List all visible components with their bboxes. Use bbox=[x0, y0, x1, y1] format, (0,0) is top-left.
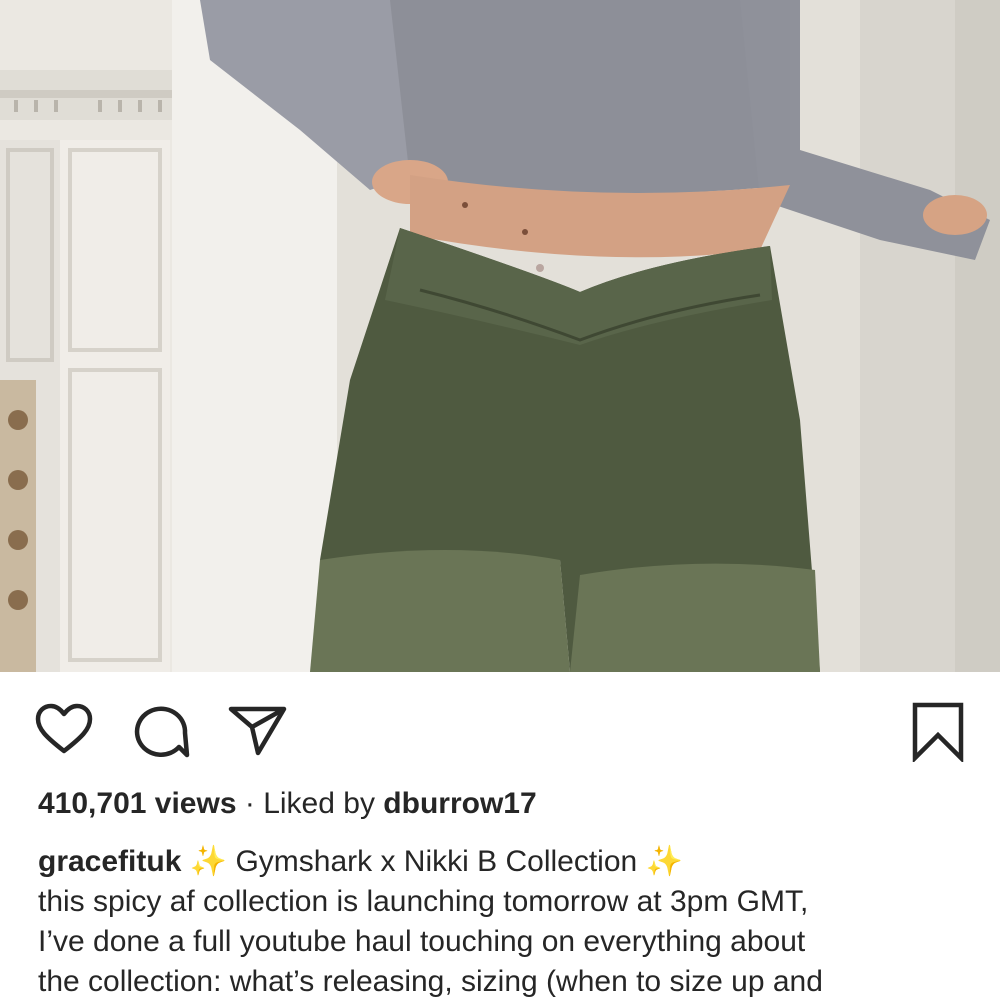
caption-username[interactable]: gracefituk bbox=[38, 845, 181, 878]
heart-icon[interactable] bbox=[34, 703, 94, 757]
paper-plane-icon[interactable] bbox=[228, 703, 288, 757]
liked-by-username[interactable]: dburrow17 bbox=[383, 787, 536, 820]
meta-separator: · bbox=[244, 787, 255, 820]
video-frame-illustration bbox=[0, 0, 1000, 672]
comment-icon[interactable] bbox=[132, 703, 190, 759]
post-stats: 410,701 views · Liked by dburrow17 bbox=[38, 784, 968, 824]
post-caption: gracefituk ✨ Gymshark x Nikki B Collecti… bbox=[38, 842, 968, 1002]
caption-line: the collection: what’s releasing, sizing… bbox=[38, 965, 823, 998]
liked-by-prefix: Liked by bbox=[263, 787, 375, 820]
sparkle-emoji: ✨ bbox=[189, 845, 228, 878]
caption-line: I’ve done a full youtube haul touching o… bbox=[38, 925, 806, 958]
bookmark-icon[interactable] bbox=[910, 702, 966, 762]
views-count[interactable]: 410,701 views bbox=[38, 787, 237, 820]
caption-line: this spicy af collection is launching to… bbox=[38, 885, 809, 918]
post-media-video[interactable] bbox=[0, 0, 1000, 672]
caption-title: Gymshark x Nikki B Collection bbox=[235, 845, 638, 878]
caption-header: gracefituk ✨ Gymshark x Nikki B Collecti… bbox=[38, 842, 968, 882]
sparkle-emoji: ✨ bbox=[645, 845, 683, 878]
